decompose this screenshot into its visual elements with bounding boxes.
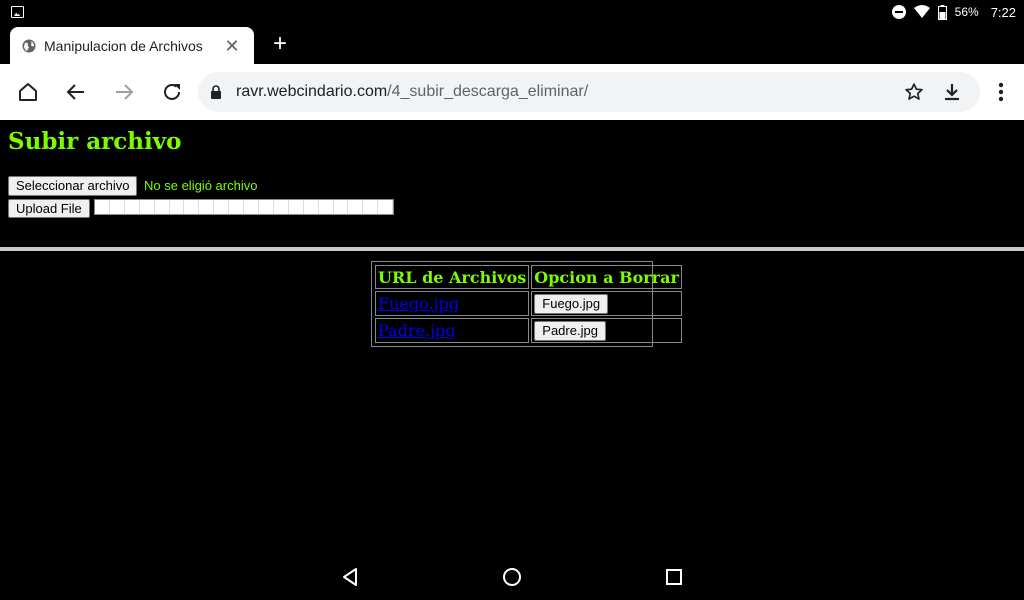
- more-menu-icon[interactable]: [990, 78, 1012, 106]
- progress-segment: [155, 200, 170, 214]
- file-link[interactable]: Fuego.jpg: [378, 294, 459, 313]
- progress-segment: [110, 200, 125, 214]
- progress-segment: [214, 200, 230, 214]
- do-not-disturb-icon: [891, 5, 906, 19]
- table-row: Padre.jpg Padre.jpg: [375, 318, 682, 343]
- home-circle-icon[interactable]: [501, 566, 523, 588]
- gallery-notification-icon: [11, 6, 24, 18]
- upload-file-button[interactable]: Upload File: [8, 199, 90, 218]
- tab-title: Manipulacion de Archivos: [44, 37, 203, 54]
- progress-segment: [244, 200, 259, 214]
- no-file-chosen-text: No se eligió archivo: [144, 178, 258, 193]
- progress-segment: [199, 200, 215, 214]
- progress-segment: [289, 200, 304, 214]
- back-arrow-icon[interactable]: [62, 78, 90, 106]
- progress-segment: [229, 200, 245, 214]
- progress-segment: [274, 200, 289, 214]
- progress-segment: [363, 200, 379, 214]
- file-link[interactable]: Padre.jpg: [378, 321, 455, 340]
- battery-percent: 56%: [954, 5, 979, 19]
- choose-file-button[interactable]: Seleccionar archivo: [8, 176, 138, 196]
- battery-icon: [937, 4, 947, 20]
- tab-strip: Manipulacion de Archivos ✕ +: [0, 24, 1024, 64]
- globe-icon: [22, 39, 36, 52]
- status-indicators: 56% 7:22: [891, 0, 1016, 24]
- forward-arrow-icon[interactable]: [110, 78, 138, 106]
- new-tab-icon[interactable]: +: [270, 32, 290, 56]
- progress-segment: [378, 200, 394, 214]
- delete-file-button[interactable]: Fuego.jpg: [534, 294, 609, 314]
- clock: 7:22: [990, 4, 1016, 20]
- lock-icon: [211, 85, 221, 99]
- url-host: ravr.webcindario.com: [236, 83, 388, 100]
- address-bar[interactable]: ravr.webcindario.com/4_subir_descarga_el…: [198, 72, 980, 112]
- bookmark-star-icon[interactable]: [904, 82, 924, 102]
- home-icon[interactable]: [14, 78, 42, 106]
- recents-square-icon[interactable]: [663, 566, 685, 588]
- download-icon[interactable]: [942, 82, 962, 102]
- web-page: Subir archivo Seleccionar archivo No se …: [0, 120, 1024, 552]
- url-path: /4_subir_descarga_eliminar/: [387, 83, 589, 100]
- back-triangle-icon[interactable]: [340, 566, 362, 588]
- files-table: URL de Archivos Opcion a Borrar Fuego.jp…: [371, 261, 682, 347]
- progress-segment: [170, 200, 185, 214]
- delete-file-button[interactable]: Padre.jpg: [534, 321, 606, 341]
- browser-toolbar: ravr.webcindario.com/4_subir_descarga_el…: [0, 64, 1024, 120]
- progress-segment: [184, 200, 200, 214]
- table-row: Fuego.jpg Fuego.jpg: [375, 291, 682, 316]
- progress-segment: [259, 200, 274, 214]
- progress-segment: [304, 200, 319, 214]
- progress-segment: [140, 200, 155, 214]
- progress-segment: [95, 200, 110, 214]
- progress-segment: [125, 200, 140, 214]
- url-text: ravr.webcindario.com/4_subir_descarga_el…: [236, 83, 588, 101]
- page-title: Subir archivo: [8, 128, 182, 155]
- column-header-url: URL de Archivos: [375, 265, 530, 289]
- upload-progress-bar: [94, 199, 394, 215]
- close-tab-icon[interactable]: ✕: [222, 36, 242, 56]
- status-bar: 56% 7:22: [0, 0, 1024, 24]
- divider: [0, 247, 1024, 251]
- progress-segment: [334, 200, 349, 214]
- browser-tab[interactable]: Manipulacion de Archivos ✕: [10, 27, 254, 64]
- progress-segment: [319, 200, 334, 214]
- progress-segment: [348, 200, 364, 214]
- reload-icon[interactable]: [158, 78, 186, 106]
- system-navigation-bar: [0, 552, 1024, 600]
- column-header-delete: Opcion a Borrar: [531, 265, 682, 289]
- wifi-icon: [913, 5, 930, 19]
